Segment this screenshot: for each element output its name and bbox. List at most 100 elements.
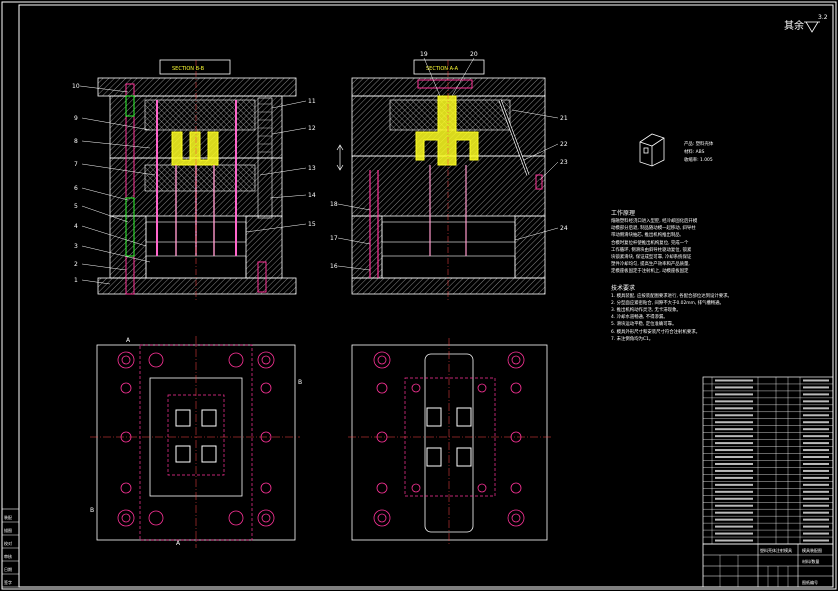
plan-view-right <box>348 338 552 546</box>
title-block-drawing: 模具装配图 <box>802 547 822 553</box>
callout-label: 20 <box>470 51 478 58</box>
side-strip-cell: 校对 <box>4 540 12 546</box>
bom-cell-text <box>715 414 753 417</box>
side-strip: 装配 描图 校对 审核 日期 签字 <box>1 508 20 588</box>
callout-label: 18 <box>330 201 338 208</box>
bom-cell-text <box>715 497 753 500</box>
callout-label: 7 <box>74 161 78 168</box>
plan-view-left: A A B B <box>90 336 302 548</box>
bom-cell-text <box>803 456 829 459</box>
side-strip-cell: 描图 <box>4 527 12 533</box>
side-strip-cell: 签字 <box>4 579 12 585</box>
bom-cell-text <box>803 400 829 403</box>
callout-label: 13 <box>308 165 316 172</box>
callout-label: 10 <box>72 83 80 90</box>
bom-cell-text <box>715 539 753 542</box>
callout-label: 2 <box>74 261 78 268</box>
marker-a: A <box>126 337 131 344</box>
note-line: 5. 滑块运动平稳, 定位准确可靠。 <box>611 322 677 328</box>
surface-finish-value: 3.2 <box>818 14 828 21</box>
bom-cell-text <box>803 504 829 507</box>
note-line: 熔融塑料经浇口进入型腔, 经冷却固化后开模 <box>611 219 698 224</box>
callout-label: 15 <box>308 221 316 228</box>
notes-block: 工作原理 熔融塑料经浇口进入型腔, 经冷却固化后开模 动模部分后退, 制品随动模… <box>611 207 732 343</box>
bom-cell-text <box>803 518 829 521</box>
bom-cell-text <box>803 469 829 472</box>
title-block-name: 塑料壳体注射模具 <box>760 547 792 553</box>
bom-cell-text <box>715 525 753 528</box>
callout-label: 21 <box>560 115 568 122</box>
note-line: 带动侧滑块抽芯, 推出机构推出制品, <box>611 233 682 239</box>
bom-cell-text <box>803 490 829 493</box>
bom-cell-text <box>803 421 829 424</box>
callout-label: 14 <box>308 192 316 199</box>
callout-label: 19 <box>420 51 428 58</box>
bom-cell-text <box>715 393 753 396</box>
bom-cell-text <box>715 435 753 438</box>
callout-label: 23 <box>560 159 568 166</box>
roughness-symbol <box>805 21 819 33</box>
section-right-title: SECTION A-A <box>426 66 459 72</box>
work-principle-title: 工作原理 <box>611 210 636 217</box>
title-block-number: 图纸编号 <box>802 579 818 585</box>
note-line: 动模部分后退, 制品随动模一起移动, 斜导柱 <box>611 226 696 232</box>
bom-cell-text <box>715 483 753 486</box>
note-line: 3. 推出机构动作灵活, 无卡滞现象。 <box>611 308 681 314</box>
note-line: 2. 分型面应紧密贴合, 间隙不大于0.02mm, 排气槽畅通。 <box>611 300 724 306</box>
bom-cell-text <box>715 490 753 493</box>
bom-cell-text <box>715 504 753 507</box>
callout-label: 3 <box>74 243 78 250</box>
bom-cell-text <box>803 407 829 410</box>
bom-cell-text <box>715 442 753 445</box>
bom-cell-text <box>715 518 753 521</box>
product-isometric <box>639 133 665 167</box>
bom-cell-text <box>803 497 829 500</box>
bom-cell-text <box>715 428 753 431</box>
callout-label: 22 <box>560 141 568 148</box>
note-line: 1. 模具装配, 应按装配图要求进行, 各配合部位达到设计要求。 <box>611 293 732 299</box>
product-shrink: 收缩率: 1.005 <box>684 158 713 163</box>
bom-cell-text <box>803 435 829 438</box>
note-line: 4. 冷却水道畅通, 不得渗漏。 <box>611 315 668 321</box>
callout-label: 8 <box>74 138 78 145</box>
note-line: 工作循环, 侧滑块由斜导柱驱动复位, 锁紧 <box>611 247 692 253</box>
bom-cell-text <box>715 386 753 389</box>
note-line: 6. 模具外形尺寸和安装尺寸符合注射机要求。 <box>611 329 701 335</box>
note-line: 7. 未注倒角均为C1。 <box>611 336 654 342</box>
section-view-left: SECTION B-B <box>97 59 297 300</box>
callout-label: 9 <box>74 115 78 122</box>
bom-cell-text <box>803 414 829 417</box>
note-line: 定模座板固定于注射机上, 动模座板固定 <box>611 269 689 275</box>
note-line: 塑件冷却均匀, 提高生产效率和产品质量, <box>611 262 690 268</box>
note-line: 块锁紧滑块, 保证成型可靠, 冷却系统保证 <box>611 255 692 261</box>
note-line: 合模时复位杆使推出机构复位, 完成一个 <box>611 240 689 246</box>
callout-label: 24 <box>560 225 568 232</box>
bom-cell-text <box>803 428 829 431</box>
callout-label: 17 <box>330 235 338 242</box>
side-strip-cell: 日期 <box>4 566 12 572</box>
bom-cell-text <box>715 532 753 535</box>
bom-cell-text <box>803 483 829 486</box>
bom-table <box>702 376 834 545</box>
callout-label: 4 <box>74 223 78 230</box>
bom-cell-text <box>803 462 829 465</box>
section-left-title: SECTION B-B <box>172 66 205 72</box>
bom-cell-text <box>715 400 753 403</box>
product-material: 材料: ABS <box>684 150 705 155</box>
bom-cell-text <box>803 525 829 528</box>
bom-cell-text <box>803 539 829 542</box>
product-info: 产品: 塑料壳体 材料: ABS 收缩率: 1.005 <box>684 141 713 165</box>
callout-label: 11 <box>308 98 316 105</box>
bom-cell-text <box>803 511 829 514</box>
bom-cell-text <box>803 449 829 452</box>
bom-cell-text <box>803 386 829 389</box>
section-view-right: SECTION A-A <box>336 59 546 300</box>
bom-cell-text <box>715 511 753 514</box>
marker-a: A <box>176 540 181 547</box>
callout-label: 1 <box>74 277 78 284</box>
bom-cell-text <box>715 456 753 459</box>
marker-b: B <box>298 379 302 386</box>
side-strip-cell: 审核 <box>4 553 12 559</box>
bom-cell-text <box>715 421 753 424</box>
bom-cell-text <box>715 469 753 472</box>
